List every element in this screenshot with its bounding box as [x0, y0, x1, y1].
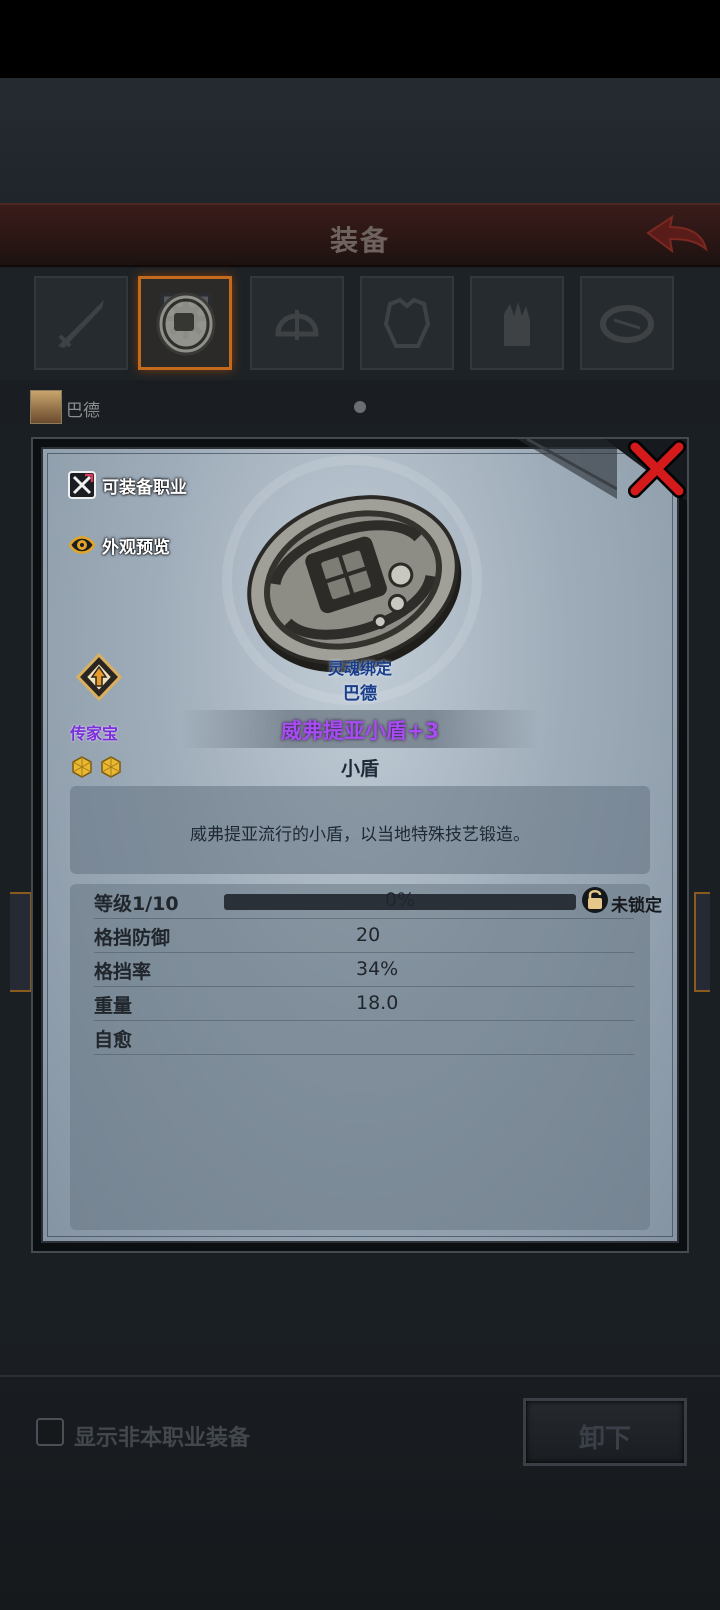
shield-slot[interactable] [138, 276, 232, 370]
side-tab-right [694, 892, 710, 992]
show-other-class-checkbox[interactable] [36, 1418, 64, 1446]
status-bar [0, 0, 720, 78]
buckler-shield-image [247, 495, 462, 673]
stat-label: 格挡防御 [94, 927, 171, 949]
equipment-slot-row [0, 268, 720, 380]
page-indicator-dot [354, 401, 366, 413]
crossed-swords-icon [68, 471, 96, 499]
show-other-class-label[interactable]: 显示非本职业装备 [74, 1420, 250, 1452]
lock-status-label[interactable]: 未锁定 [611, 891, 662, 916]
appearance-preview-label: 外观预览 [102, 537, 170, 558]
buckler-icon [156, 292, 216, 356]
armor-icon [383, 297, 431, 348]
weapon-slot[interactable] [34, 276, 128, 370]
character-name: 巴德 [66, 401, 100, 421]
ring-slot[interactable] [580, 276, 674, 370]
stat-row: 格挡防御 20 [94, 918, 634, 953]
item-description: 威弗提亚流行的小盾，以当地特殊技艺锻造。 [190, 825, 530, 845]
header-bar: 装备 [0, 203, 720, 267]
lock-icon[interactable] [581, 885, 609, 915]
back-arrow-icon[interactable] [644, 213, 710, 257]
item-type: 小盾 [340, 758, 379, 780]
item-stats-box: 等级1/10 0% 未锁定 格挡防御 20 格挡率 34% 重量 18.0 自愈 [70, 884, 662, 1230]
eye-icon [68, 536, 96, 554]
soulbound-owner-name: 巴德 [343, 684, 377, 704]
gold-gem-icon [101, 756, 121, 778]
character-avatar [30, 390, 62, 424]
unequip-button-label: 卸下 [578, 1424, 631, 1454]
glove-icon [504, 302, 530, 346]
page-title: 装备 [329, 224, 390, 257]
stat-row: 重量 18.0 [94, 986, 634, 1021]
sword-icon [58, 300, 104, 348]
background-upper [0, 78, 720, 203]
stat-value: 18.0 [356, 992, 399, 1014]
stat-label: 格挡率 [94, 961, 152, 983]
level-progress-text: 0% [384, 889, 416, 911]
equippable-class-link[interactable]: 可装备职业 [68, 471, 187, 499]
equippable-class-label: 可装备职业 [102, 477, 187, 498]
side-tab-left [10, 892, 32, 992]
close-icon[interactable] [605, 439, 687, 501]
level-label: 等级1/10 [94, 893, 179, 915]
ring-icon [600, 305, 654, 343]
heirloom-upgrade-icon[interactable] [76, 653, 122, 703]
stat-value: 34% [356, 958, 399, 980]
level-row: 等级1/10 0% 未锁定 [94, 884, 662, 919]
stat-value: 20 [356, 924, 381, 946]
stat-row: 格挡率 34% [94, 952, 634, 987]
gold-gem-icon [72, 756, 92, 778]
appearance-preview-link[interactable]: 外观预览 [68, 531, 170, 559]
gloves-slot[interactable] [470, 276, 564, 370]
item-name: 威弗提亚小盾+3 [280, 719, 440, 743]
soulbound-label: 灵魂绑定 [327, 659, 392, 678]
heirloom-label: 传家宝 [70, 724, 119, 743]
unequip-button[interactable]: 卸下 [523, 1398, 687, 1466]
corner-decoration [517, 439, 617, 499]
item-description-box: 威弗提亚流行的小盾，以当地特殊技艺锻造。 [70, 786, 650, 874]
stat-label: 重量 [94, 995, 133, 1017]
stat-label: 自愈 [94, 1029, 133, 1051]
helmet-slot[interactable] [250, 276, 344, 370]
stat-row: 自愈 [94, 1020, 634, 1055]
armor-slot[interactable] [360, 276, 454, 370]
helmet-icon [275, 310, 319, 340]
